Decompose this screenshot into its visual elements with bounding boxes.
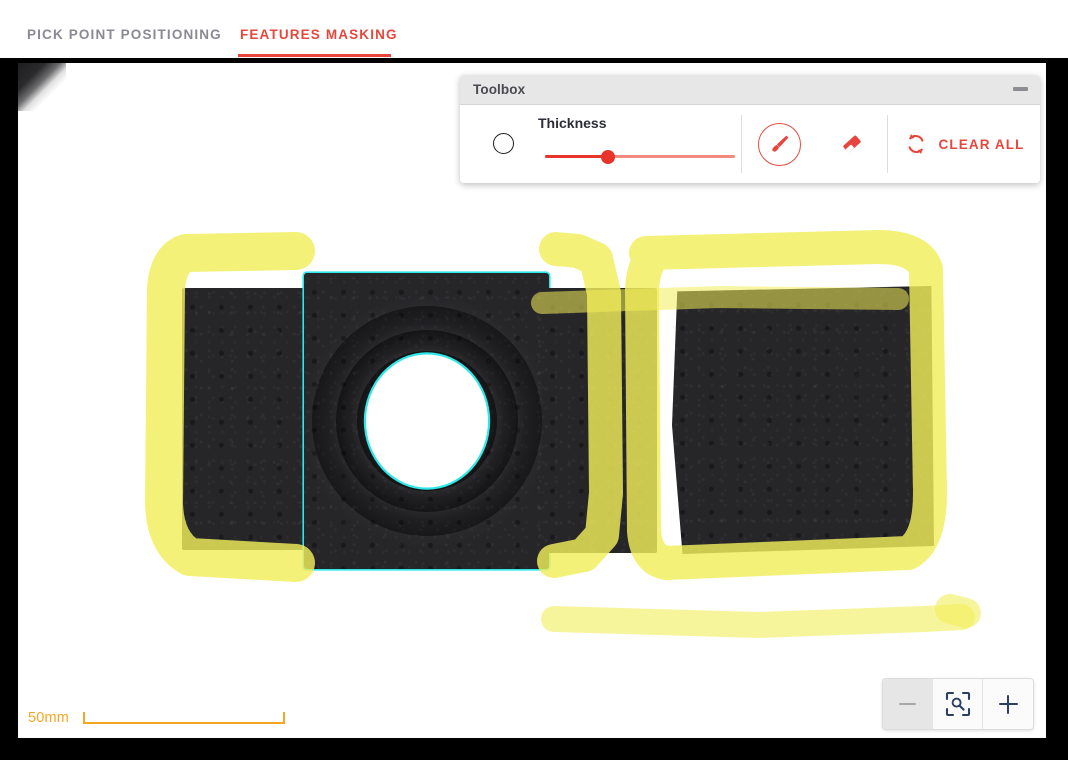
features-masking-screen: PICK POINT POSITIONING FEATURES MASKING — [0, 0, 1068, 760]
fit-to-screen-magnifier-icon — [945, 691, 970, 717]
eraser-tool-button[interactable] — [817, 105, 887, 183]
part-segment-mid-right — [542, 288, 657, 553]
scale-bar-label: 50mm — [28, 710, 70, 726]
toolbox-header: Toolbox — [460, 75, 1040, 105]
paintbrush-icon — [771, 135, 788, 152]
toolbox-panel: Toolbox Thickness CLEAR ALL — [460, 75, 1040, 183]
corner-vignette — [18, 63, 66, 111]
toolbox-body: Thickness CLEAR ALL — [460, 105, 1040, 183]
zoom-controls — [882, 678, 1034, 730]
brush-tool-button[interactable] — [742, 105, 817, 183]
part-segment-center — [304, 273, 549, 569]
thickness-control-group: Thickness — [460, 105, 741, 183]
thickness-slider-thumb[interactable] — [601, 150, 615, 164]
detected-hole-contour — [365, 354, 488, 488]
thickness-slider-fill — [545, 155, 608, 158]
thickness-slider[interactable] — [545, 149, 735, 165]
toolbox-title: Toolbox — [473, 82, 526, 97]
clear-all-button[interactable]: CLEAR ALL — [888, 105, 1040, 183]
brush-size-circle-icon — [493, 133, 514, 154]
plus-icon — [998, 694, 1018, 714]
minimize-icon[interactable] — [1013, 87, 1028, 91]
tab-pick-point-positioning[interactable]: PICK POINT POSITIONING — [27, 27, 222, 43]
eraser-icon — [843, 135, 861, 153]
minus-icon — [899, 702, 916, 706]
fit-to-view-button[interactable] — [933, 679, 983, 729]
brush-active-ring — [758, 122, 801, 166]
tab-features-masking[interactable]: FEATURES MASKING — [240, 27, 398, 43]
part-segment-left — [182, 288, 324, 550]
thickness-label: Thickness — [538, 115, 607, 131]
tab-bar: PICK POINT POSITIONING FEATURES MASKING — [0, 0, 1068, 58]
image-canvas[interactable]: 50mm Toolbox Thickness CLEAR ALL — [18, 63, 1046, 738]
clear-all-label: CLEAR ALL — [938, 136, 1025, 152]
active-tab-underline — [238, 54, 391, 57]
scale-bar: 50mm — [28, 710, 286, 726]
zoom-out-button[interactable] — [883, 679, 933, 729]
scale-bar-ruler — [83, 712, 286, 724]
image-canvas-frame: 50mm Toolbox Thickness CLEAR ALL — [0, 58, 1068, 760]
zoom-in-button[interactable] — [983, 679, 1033, 729]
refresh-icon — [908, 134, 923, 154]
part-segment-right — [672, 286, 934, 554]
part-photo — [164, 256, 964, 576]
